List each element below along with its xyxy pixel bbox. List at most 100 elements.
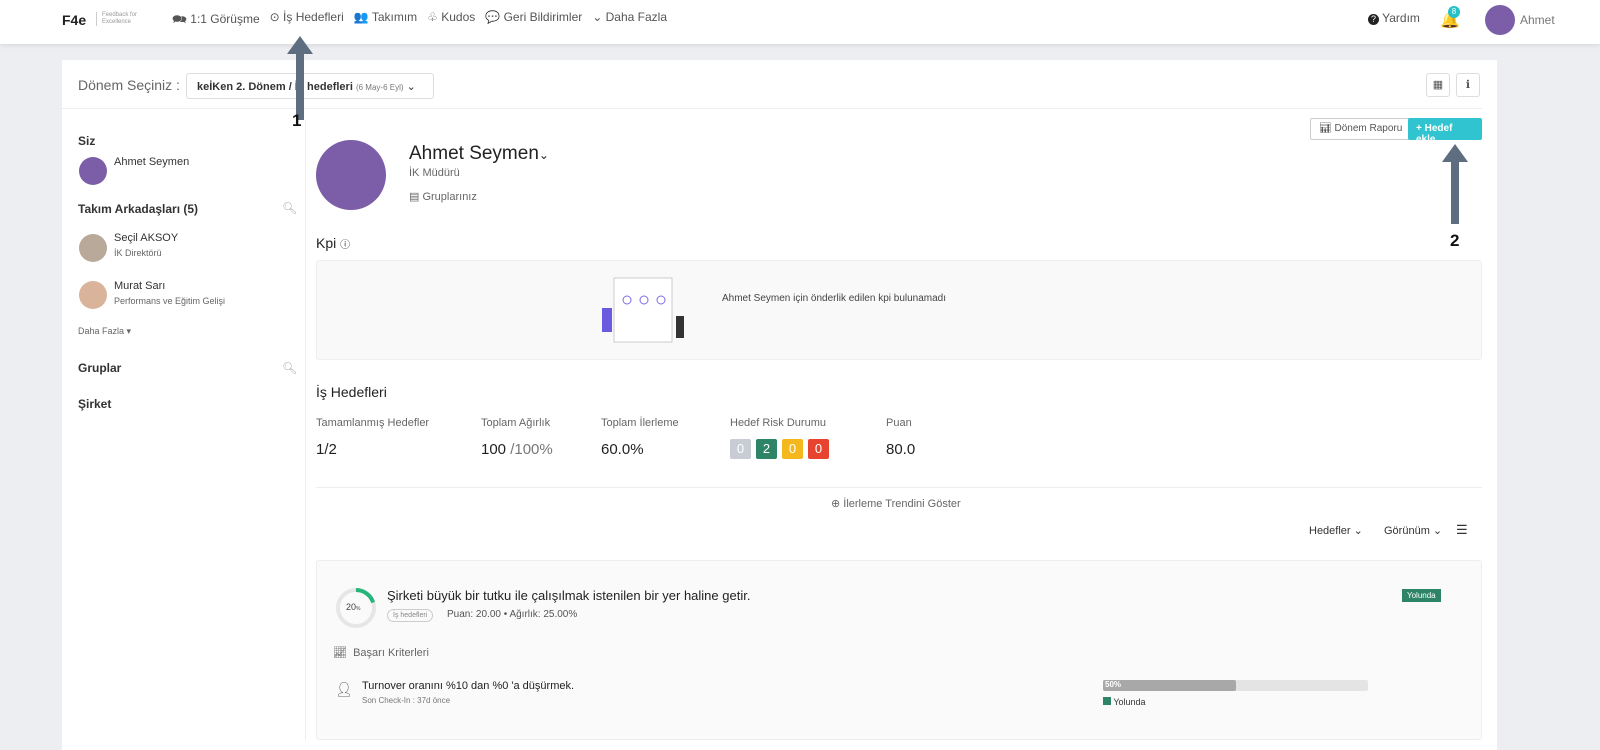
risk-badge-on-track[interactable]: 2 [756,439,777,459]
profile-name-text: Ahmet Seymen [409,143,539,164]
avatar[interactable] [79,157,107,185]
kpi-heading: Kpi ⓘ [316,235,350,251]
divider [62,108,1482,109]
more-link[interactable]: Daha Fazla ▾ [78,326,131,337]
view-dropdown[interactable]: Görünüm ⌄ [1384,524,1442,537]
user-avatar[interactable] [1485,5,1515,35]
stat-value: 60.0% [601,441,644,458]
goal-meta: Puan: 20.00 • Ağırlık: 25.00% [447,609,578,620]
risk-badge-off-track[interactable]: 0 [808,439,829,459]
period-range: (6 May-6 Eyl) [355,83,404,92]
stat-value: 1/2 [316,441,337,458]
main-nav: 🗪 1:1 Görüşme ⊙ İş Hedefleri 👥 Takımım ♧… [172,10,667,31]
help-link[interactable]: ? Yardım [1368,11,1420,25]
status-badge: Yolunda [1402,589,1441,602]
risk-badge-at-risk[interactable]: 0 [782,439,803,459]
avatar[interactable] [79,281,107,309]
stat-label: Toplam İlerleme [601,417,679,429]
show-trend-link[interactable]: ⊕ İlerleme Trendini Göster [831,497,961,510]
user-icon: 👤︎ [335,681,353,697]
logo-subtitle: Feedback for Excellence [96,12,146,26]
info-icon: ℹ [1465,79,1471,91]
stat-value: 100 /100% [481,441,553,458]
kpi-empty-panel: Ahmet Seymen için önderlik edilen kpi bu… [316,260,1482,360]
add-goal-button[interactable]: + Hedef ekle [1408,118,1482,145]
help-label: Yardım [1382,11,1420,25]
team-member-name[interactable]: Murat Sarı [114,280,165,292]
nav-label: Kudos [441,10,476,24]
arrow-down-circle-icon: ⊕ [831,498,841,510]
search-icon[interactable]: 🔍︎ [282,201,297,215]
info-button[interactable]: ℹ [1456,73,1480,97]
nav-team[interactable]: 👥 Takımım [354,10,417,31]
search-icon[interactable]: 🔍︎ [282,361,297,375]
user-name[interactable]: Ahmet [1520,13,1555,27]
sidebar-divider [305,120,306,740]
groups-link[interactable]: ▤ Gruplarınız [409,190,477,203]
team-member-name[interactable]: Seçil AKSOY [114,232,178,244]
nav-feedback[interactable]: 💬 Geri Bildirimler [485,10,582,31]
nav-goals[interactable]: ⊙ İş Hedefleri [270,10,344,31]
nav-label: İş Hedefleri [283,10,344,24]
nav-one-on-one[interactable]: 🗪 1:1 Görüşme [172,10,260,31]
goal-progress-value: 20% [346,602,360,612]
goals-filter-dropdown[interactable]: Hedefler ⌄ [1309,524,1363,537]
period-report-button[interactable]: 📊︎ Dönem Raporu [1310,118,1412,140]
risk-badge-none[interactable]: 0 [730,439,751,459]
goal-card [316,560,1482,740]
progress-fill [1103,680,1236,691]
team-heading: Takım Arkadaşları (5) [78,202,199,216]
filter-label: Hedefler [1309,525,1351,537]
annotation-label-1: 1 [292,111,302,130]
nav-kudos[interactable]: ♧ Kudos [427,10,475,31]
criteria-label: Başarı Kriterleri [353,647,429,659]
goal-tag: İş hedefleri [387,609,434,622]
key-result-status: Yolunda [1103,697,1146,707]
empty-illustration [602,277,684,343]
key-result-checkin: Son Check-In : 37d önce [362,696,451,705]
nav-label: Daha Fazla [605,10,668,24]
weight-suffix: /100% [506,441,553,458]
chart-icon: 📊︎ [1319,123,1332,134]
view-label: Görünüm [1384,525,1430,537]
goals-heading: İş Hedefleri [316,384,387,400]
chevron-down-icon: ⌄ [538,148,549,162]
sidebar-me[interactable]: Ahmet Seymen [114,156,189,168]
team-member-role: Performans ve Eğitim Gelişi [114,296,226,306]
groups-label: Gruplarınız [422,191,477,203]
key-result-progress-bar [1103,680,1368,691]
profile-title: İK Müdürü [409,167,460,179]
avatar[interactable] [79,234,107,262]
company-heading[interactable]: Şirket [78,397,111,411]
logo[interactable]: F4e [62,12,86,28]
goal-title[interactable]: Şirketi büyük bir tutku ile çalışılmak i… [387,588,750,603]
success-criteria-heading[interactable]: 📈︎ Başarı Kriterleri [333,646,429,659]
key-result-status-label: Yolunda [1113,697,1146,707]
divider [316,487,1482,488]
status-square-icon [1103,697,1111,705]
profile-name[interactable]: Ahmet Seymen⌄ [409,143,549,165]
period-value: keİKen 2. Dönem / İş hedefleri [197,81,353,93]
annotation-arrow-1 [287,36,313,120]
notification-badge: 8 [1448,6,1460,18]
kpi-empty-text: Ahmet Seymen için önderlik edilen kpi bu… [722,293,947,304]
team-member-role: İK Direktörü [114,248,162,258]
report-label: Dönem Raporu [1334,123,1403,134]
key-result-title[interactable]: Turnover oranını %10 dan %0 'a düşürmek. [362,680,574,692]
goal-progress-number: 20 [346,602,357,612]
groups-heading: Gruplar [78,361,122,375]
annotation-label-2: 2 [1450,231,1460,250]
progress-label: 50% [1105,680,1122,689]
calendar-button[interactable]: ▦ [1426,73,1450,97]
list-view-icon[interactable]: ☰ [1456,522,1468,538]
stat-label: Puan [886,417,912,429]
period-label: Dönem Seçiniz : [78,77,180,93]
nav-more[interactable]: ⌄ Daha Fazla [592,10,667,31]
stat-value: 80.0 [886,441,916,458]
chevron-down-icon: ⌄ [406,81,416,93]
goal-progress-unit: % [356,606,361,612]
help-circle-icon[interactable]: ⓘ [340,240,350,251]
calendar-icon: ▦ [1432,79,1444,91]
annotation-arrow-2 [1442,144,1468,224]
nav-label: 1:1 Görüşme [190,12,260,26]
